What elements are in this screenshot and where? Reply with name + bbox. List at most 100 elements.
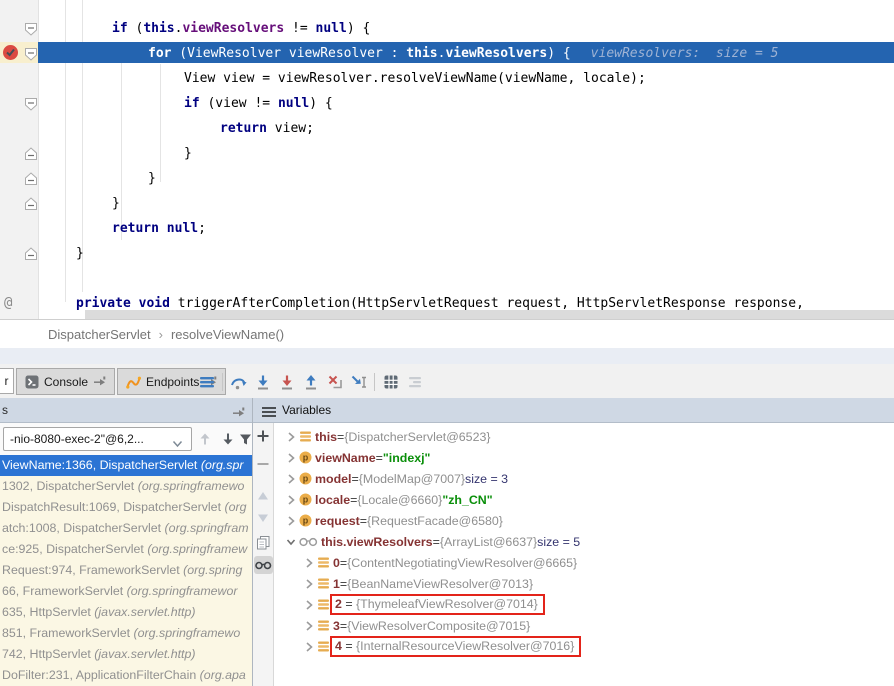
variable-row[interactable]: 1 = {BeanNameViewResolver@7013} xyxy=(275,573,894,594)
variable-row[interactable]: 3 = {ViewResolverComposite@7015} xyxy=(275,615,894,636)
variable-row[interactable]: 4 = {InternalResourceViewResolver@7016} xyxy=(275,636,894,657)
breadcrumb: DispatcherServlet › resolveViewName() xyxy=(0,319,894,348)
variable-name: this.viewResolvers xyxy=(321,535,433,549)
variable-row[interactable]: plocale = {Locale@6660} "zh_CN" xyxy=(275,489,894,510)
stack-frame-row[interactable]: 66, FrameworkServlet (org.springframewor xyxy=(0,581,252,602)
frame-method: ce:925, DispatcherServlet xyxy=(2,542,147,556)
chevron-right-icon[interactable] xyxy=(285,493,297,507)
variable-row[interactable]: this = {DispatcherServlet@6523} xyxy=(275,426,894,447)
drop-frame-button[interactable] xyxy=(326,374,343,390)
variable-row[interactable]: 0 = {ContentNegotiatingViewResolver@6665… xyxy=(275,552,894,573)
chevron-right-icon[interactable] xyxy=(303,598,315,612)
variable-row[interactable]: 2 = {ThymeleafViewResolver@7014} xyxy=(275,594,894,615)
filter-frames-icon[interactable] xyxy=(239,433,253,447)
fold-marker-icon[interactable] xyxy=(24,247,38,261)
variable-name: 2 xyxy=(335,597,342,611)
show-watches-toggle[interactable] xyxy=(254,556,273,574)
tab-console[interactable]: Console xyxy=(16,368,115,395)
breakpoint-icon[interactable] xyxy=(2,44,19,61)
frame-method: ViewName:1366, DispatcherServlet xyxy=(2,458,201,472)
variable-str: "indexj" xyxy=(383,451,431,465)
frame-method: 635, HttpServlet xyxy=(2,605,94,619)
chevron-right-icon[interactable] xyxy=(285,451,297,465)
frame-method: DispatchResult:1069, DispatcherServlet xyxy=(2,500,224,514)
frame-package: (org.springframewor xyxy=(127,584,238,598)
red-annotation-box: 2 = {ThymeleafViewResolver@7014} xyxy=(330,594,545,615)
chevron-right-icon[interactable] xyxy=(285,514,297,528)
variable-val: {DispatcherServlet@6523} xyxy=(344,430,490,444)
chevron-right-icon[interactable] xyxy=(285,430,297,444)
code-editor[interactable]: @ if (this.viewResolvers != null) {for (… xyxy=(0,0,894,319)
jump-to-source-icon[interactable] xyxy=(93,376,106,387)
debug-actions-toolbar xyxy=(198,368,423,395)
fold-marker-icon[interactable] xyxy=(24,22,38,36)
next-frame-button[interactable] xyxy=(221,432,235,446)
run-to-cursor-button[interactable] xyxy=(350,374,367,390)
variables-menu-icon[interactable] xyxy=(262,405,276,423)
variables-tree[interactable]: this = {DispatcherServlet@6523}pviewName… xyxy=(275,423,894,686)
variable-size: size = 5 xyxy=(537,535,580,549)
force-step-into-button[interactable] xyxy=(278,374,295,390)
indent-guide xyxy=(121,42,122,240)
breadcrumb-method[interactable]: resolveViewName() xyxy=(171,327,284,342)
chevron-right-icon[interactable] xyxy=(285,472,297,486)
stack-frame-row[interactable]: DoFilter:231, ApplicationFilterChain (or… xyxy=(0,665,252,686)
remove-watch-button[interactable] xyxy=(256,457,270,471)
stack-frame-row[interactable]: 635, HttpServlet (javax.servlet.http) xyxy=(0,602,252,623)
chevron-right-icon[interactable] xyxy=(303,577,315,591)
variable-row[interactable]: prequest = {RequestFacade@6580} xyxy=(275,510,894,531)
svg-text:p: p xyxy=(303,516,309,526)
stack-frame-row[interactable]: ce:925, DispatcherServlet (org.springfra… xyxy=(0,539,252,560)
variable-val: {ArrayList@6637} xyxy=(440,535,537,549)
stack-frame-row[interactable]: ViewName:1366, DispatcherServlet (org.sp… xyxy=(0,455,252,476)
chevron-right-icon[interactable] xyxy=(303,619,315,633)
stack-frame-row[interactable]: 1302, DispatcherServlet (org.springframe… xyxy=(0,476,252,497)
code-line: } xyxy=(76,244,84,264)
object-icon xyxy=(317,556,330,569)
frame-method: 742, HttpServlet xyxy=(2,647,94,661)
variable-val: {InternalResourceViewResolver@7016} xyxy=(356,639,574,653)
variable-row[interactable]: pviewName = "indexj" xyxy=(275,447,894,468)
variable-eq: = xyxy=(340,619,347,633)
step-out-button[interactable] xyxy=(302,374,319,390)
stack-frame-row[interactable]: 851, FrameworkServlet (org.springframewo xyxy=(0,623,252,644)
previous-frame-button[interactable] xyxy=(198,432,212,446)
variable-eq: = xyxy=(342,597,356,611)
menu-button[interactable] xyxy=(198,374,215,390)
tab-debugger-clipped[interactable]: r xyxy=(0,368,14,394)
fold-marker-icon[interactable] xyxy=(24,47,38,61)
jump-to-source-icon[interactable] xyxy=(232,405,245,423)
layout-button[interactable] xyxy=(406,374,423,390)
step-over-button[interactable] xyxy=(230,374,247,390)
fold-marker-icon[interactable] xyxy=(24,97,38,111)
move-watch-down-button[interactable] xyxy=(256,511,270,525)
variable-row[interactable]: this.viewResolvers = {ArrayList@6637} si… xyxy=(275,531,894,552)
stack-frame-row[interactable]: Request:974, FrameworkServlet (org.sprin… xyxy=(0,560,252,581)
variable-name: request xyxy=(315,514,360,528)
chevron-down-icon[interactable] xyxy=(172,435,183,453)
evaluate-button[interactable] xyxy=(382,374,399,390)
stack-frames-list[interactable]: ViewName:1366, DispatcherServlet (org.sp… xyxy=(0,455,252,686)
fold-marker-icon[interactable] xyxy=(24,147,38,161)
frame-package: (org.springframewo xyxy=(138,479,245,493)
toolbar-separator xyxy=(222,373,223,391)
stack-frame-row[interactable]: DispatchResult:1069, DispatcherServlet (… xyxy=(0,497,252,518)
move-watch-up-button[interactable] xyxy=(256,489,270,503)
duplicate-watch-button[interactable] xyxy=(256,535,270,549)
frame-package: (org.spring xyxy=(183,563,242,577)
code-line: return null; xyxy=(112,219,206,239)
fold-marker-icon[interactable] xyxy=(24,197,38,211)
add-watch-button[interactable] xyxy=(256,429,270,443)
chevron-right-icon[interactable] xyxy=(303,640,315,654)
stack-frame-row[interactable]: 742, HttpServlet (javax.servlet.http) xyxy=(0,644,252,665)
breadcrumb-class[interactable]: DispatcherServlet xyxy=(48,327,151,342)
chevron-right-icon[interactable] xyxy=(303,556,315,570)
stack-frame-row[interactable]: atch:1008, DispatcherServlet (org.spring… xyxy=(0,518,252,539)
step-into-button[interactable] xyxy=(254,374,271,390)
fold-marker-icon[interactable] xyxy=(24,172,38,186)
variable-row[interactable]: pmodel = {ModelMap@7007} size = 3 xyxy=(275,468,894,489)
panel-headers: s Variables xyxy=(0,398,894,423)
variable-name: 4 xyxy=(335,639,342,653)
chevron-down-icon[interactable] xyxy=(285,536,297,548)
thread-selector-dropdown[interactable]: -nio-8080-exec-2"@6,2... xyxy=(3,427,192,451)
